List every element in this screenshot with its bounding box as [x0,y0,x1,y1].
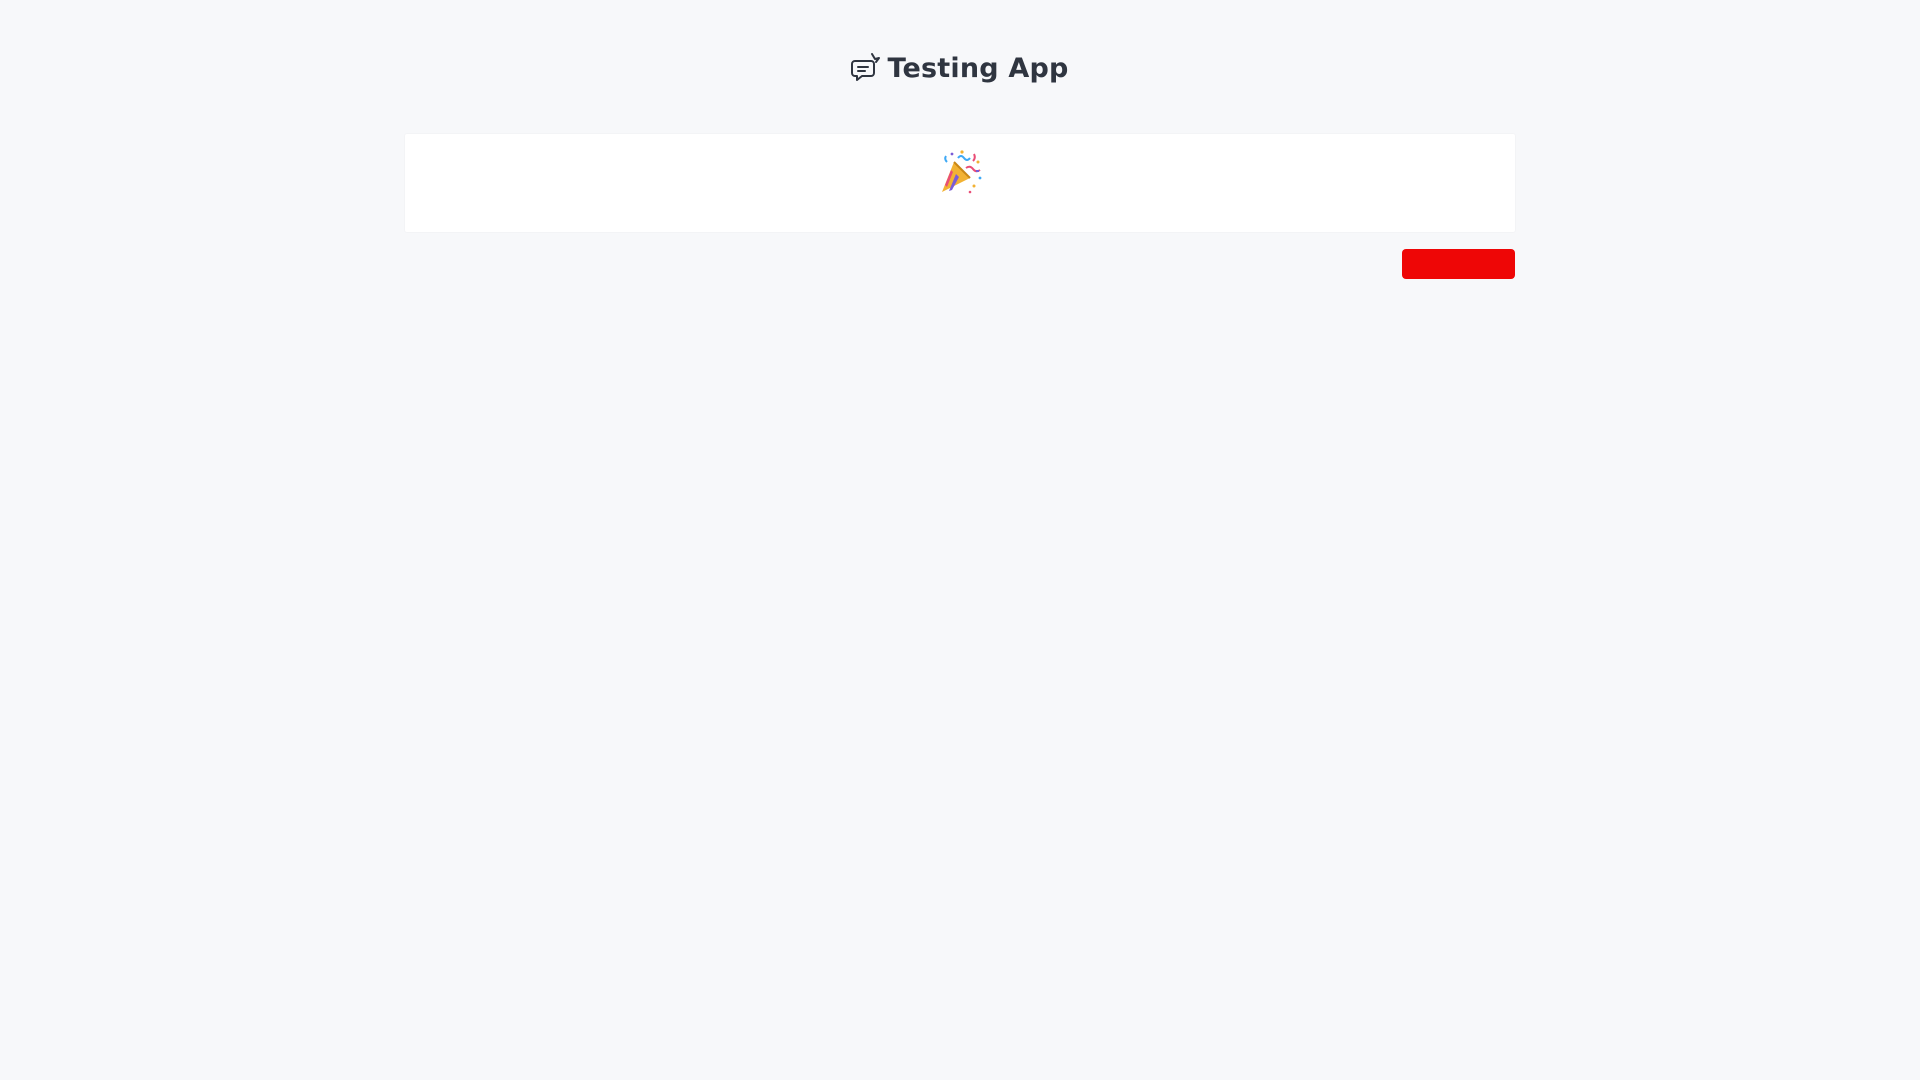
app-header: Testing App [0,46,1920,90]
party-popper-icon [936,148,984,196]
app-page: Testing App [0,0,1920,1080]
action-button[interactable] [1402,249,1515,279]
chat-bubble-icon [851,52,881,84]
page-title: Testing App [887,52,1069,84]
